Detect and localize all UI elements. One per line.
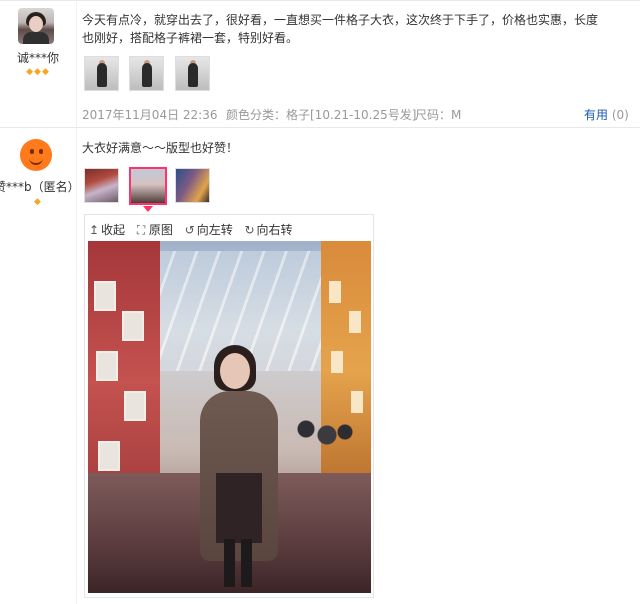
collapse-label: 收起	[101, 223, 126, 237]
user-avatar[interactable]	[18, 137, 54, 173]
review-photo-thumb[interactable]	[175, 168, 210, 203]
arrow-up-icon: ↥	[89, 223, 100, 237]
review-photo-thumb[interactable]	[129, 56, 164, 91]
review-photo-large[interactable]	[88, 241, 371, 593]
expand-icon: ⛶	[136, 223, 146, 237]
username[interactable]: 赞***b（匿名）	[0, 178, 80, 195]
rotate-left-label: 向左转	[196, 223, 233, 237]
useful-label[interactable]: 有用	[584, 108, 608, 122]
viewer-toolbar: ↥ 收起 ⛶ 原图 ↺ 向左转 ↻ 向右转	[89, 221, 301, 239]
review-text: 大衣好满意～～版型也好赞！	[82, 141, 239, 155]
original-label: 原图	[148, 223, 173, 237]
photo-viewer: ↥ 收起 ⛶ 原图 ↺ 向左转 ↻ 向右转	[84, 214, 374, 598]
rotate-right-button[interactable]: ↻ 向右转	[245, 221, 293, 238]
useful-count: (0)	[611, 108, 629, 122]
useful-button[interactable]: 有用 (0)	[584, 106, 629, 123]
review-text-line-2: 也刚好，搭配格子裤裙一套，特别好看。	[82, 31, 299, 45]
review-photo-thumb[interactable]	[84, 168, 119, 203]
review-date: 2017年11月04日 22:36	[82, 108, 218, 122]
color-class: 颜色分类：格子[10.21-10.25号发]	[226, 108, 417, 122]
rotate-right-label: 向右转	[256, 223, 293, 237]
collapse-button[interactable]: ↥ 收起	[89, 221, 125, 238]
user-level-icon: ◆	[34, 197, 42, 207]
rotate-left-icon: ↺	[184, 223, 195, 237]
review-photo-thumb-selected[interactable]	[129, 167, 167, 205]
user-level-icon: ◆◆◆	[26, 67, 50, 77]
size-info: 尺码：M	[415, 108, 462, 122]
original-image-button[interactable]: ⛶ 原图	[137, 221, 173, 238]
review-text-line-1: 今天有点冷，就穿出去了，很好看，一直想买一件格子大衣，这次终于下手了，价格也实惠…	[82, 13, 599, 27]
selected-indicator-icon	[143, 206, 153, 212]
rotate-right-icon: ↻	[244, 223, 255, 237]
review-separator	[0, 127, 640, 128]
username[interactable]: 诚***你	[0, 49, 76, 66]
rotate-left-button[interactable]: ↺ 向左转	[185, 221, 233, 238]
review-photo-thumb[interactable]	[84, 56, 119, 91]
review-photo-thumb[interactable]	[175, 56, 210, 91]
column-divider	[76, 0, 77, 604]
user-avatar[interactable]	[18, 8, 54, 44]
top-separator	[0, 0, 640, 1]
